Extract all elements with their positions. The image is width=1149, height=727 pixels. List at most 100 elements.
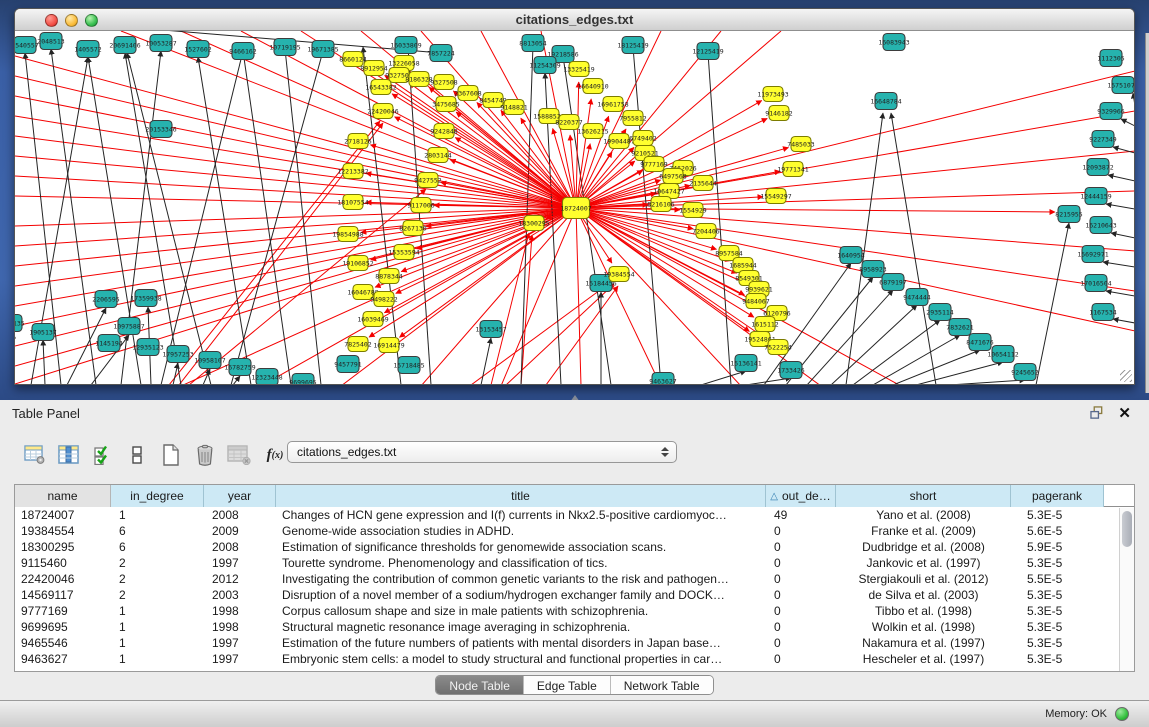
table-row[interactable]: 946362711997Embryonic stem cells: a mode… bbox=[15, 651, 1134, 667]
graph-node-19854988[interactable]: 19854988 bbox=[332, 227, 363, 242]
table-row[interactable]: 946554611997Estimation of the future num… bbox=[15, 635, 1134, 651]
graph-node-1540557[interactable]: 1540557 bbox=[15, 37, 39, 54]
graph-node-7857224[interactable]: 7857224 bbox=[427, 45, 454, 62]
table-vertical-scrollbar[interactable] bbox=[1119, 508, 1134, 671]
graph-node-19671385[interactable]: 19671385 bbox=[307, 41, 338, 58]
graph-node-16033809[interactable]: 16033809 bbox=[390, 37, 421, 54]
graph-node-6749402[interactable]: 6749402 bbox=[629, 131, 656, 146]
graph-node-9474444[interactable]: 9474444 bbox=[903, 289, 930, 306]
graph-node-9327508[interactable]: 9327508 bbox=[430, 75, 457, 90]
graph-node-1733426[interactable]: 1733426 bbox=[777, 362, 804, 379]
graph-node-1112305[interactable]: 1112305 bbox=[1097, 50, 1124, 67]
graph-node-17957253[interactable]: 17957253 bbox=[162, 346, 193, 363]
row-height-button[interactable] bbox=[122, 441, 152, 469]
new-document-button[interactable] bbox=[156, 441, 186, 469]
graph-node-16039469[interactable]: 16039469 bbox=[357, 312, 388, 327]
graph-node-15692971[interactable]: 15692971 bbox=[1077, 246, 1108, 263]
graph-node-9227349[interactable]: 9227349 bbox=[1089, 131, 1116, 148]
graph-node-8267130[interactable]: 8267130 bbox=[399, 221, 426, 236]
graph-node-10958107[interactable]: 10958107 bbox=[194, 352, 225, 369]
graph-node-8215955[interactable]: 8215955 bbox=[1055, 206, 1082, 223]
graph-node-1505135[interactable]: 1505135 bbox=[15, 315, 25, 332]
tab-network-table[interactable]: Network Table bbox=[610, 676, 713, 694]
table-row[interactable]: 1938455462009Genome-wide association stu… bbox=[15, 523, 1134, 539]
graph-node-2718126[interactable]: 2718126 bbox=[344, 134, 371, 149]
graph-node-9242848[interactable]: 9242848 bbox=[430, 124, 457, 139]
tab-edge-table[interactable]: Edge Table bbox=[523, 676, 610, 694]
table-row[interactable]: 911546021997Tourette syndrome. Phenomeno… bbox=[15, 555, 1134, 571]
graph-node-9146182[interactable]: 9146182 bbox=[765, 106, 792, 121]
graph-node-13325419[interactable]: 13325419 bbox=[563, 62, 594, 77]
column-header-short[interactable]: short bbox=[836, 485, 1011, 507]
graph-node-6879197[interactable]: 6879197 bbox=[879, 274, 906, 291]
graph-node-16640910[interactable]: 16640910 bbox=[577, 79, 608, 94]
graph-node-12444159[interactable]: 12444159 bbox=[1080, 188, 1111, 205]
graph-node-8813054[interactable]: 8813054 bbox=[519, 35, 546, 52]
graph-node-9148821[interactable]: 9148821 bbox=[500, 100, 527, 115]
graph-node-12323448[interactable]: 12323448 bbox=[251, 369, 282, 385]
network-canvas[interactable]: 1872400715405572048513140557220691406100… bbox=[15, 31, 1134, 384]
graph-node-9245652[interactable]: 9245652 bbox=[1011, 364, 1038, 381]
graph-node-15136141[interactable]: 15136141 bbox=[730, 355, 761, 372]
graph-node-2803144[interactable]: 2803144 bbox=[424, 148, 451, 163]
graph-node-19106852[interactable]: 19106852 bbox=[342, 256, 373, 271]
graph-node-7955812[interactable]: 7955812 bbox=[619, 111, 646, 126]
graph-node-3475685[interactable]: 3475685 bbox=[432, 97, 459, 112]
graph-node-7832621[interactable]: 7832621 bbox=[946, 319, 973, 336]
graph-node-2048513[interactable]: 2048513 bbox=[37, 33, 64, 50]
graph-node-1554929[interactable]: 1554929 bbox=[679, 203, 706, 218]
graph-node-10719195[interactable]: 10719195 bbox=[269, 39, 300, 56]
graph-node-7204406[interactable]: 7204406 bbox=[692, 224, 719, 239]
graph-node-2135644[interactable]: 2135644 bbox=[689, 176, 716, 191]
graph-node-16083943[interactable]: 16083943 bbox=[878, 34, 909, 51]
graph-node-1405572[interactable]: 1405572 bbox=[74, 41, 101, 58]
graph-node-9463627[interactable]: 9463627 bbox=[649, 373, 676, 385]
column-header-title[interactable]: title bbox=[276, 485, 766, 507]
graph-node-17016504[interactable]: 17016504 bbox=[1080, 275, 1111, 292]
graph-node-9777169[interactable]: 9777169 bbox=[640, 157, 667, 172]
graph-node-2935114[interactable]: 2935114 bbox=[926, 304, 953, 321]
graph-node-8216106[interactable]: 8216106 bbox=[647, 197, 674, 212]
graph-node-20691406[interactable]: 20691406 bbox=[109, 37, 140, 54]
graph-node-8912954[interactable]: 8912954 bbox=[360, 61, 387, 76]
graph-node-11973493[interactable]: 11973493 bbox=[757, 87, 788, 102]
graph-node-9484067[interactable]: 9484067 bbox=[742, 294, 769, 309]
graph-node-17359938[interactable]: 17359938 bbox=[130, 290, 161, 307]
column-header-in-degree[interactable]: in_degree bbox=[111, 485, 204, 507]
float-window-icon[interactable] bbox=[1090, 406, 1105, 420]
graph-node-16961758[interactable]: 16961758 bbox=[597, 97, 628, 112]
graph-node-16210643[interactable]: 16210643 bbox=[1085, 217, 1116, 234]
graph-node-15751074[interactable]: 15751074 bbox=[1107, 77, 1134, 94]
graph-node-18724007[interactable]: 18724007 bbox=[560, 198, 591, 219]
table-select-dropdown[interactable]: citations_edges.txt bbox=[287, 441, 677, 463]
graph-node-9427552[interactable]: 9427552 bbox=[414, 173, 441, 188]
graph-node-16914479[interactable]: 16914479 bbox=[373, 338, 404, 353]
graph-node-16648784[interactable]: 16648784 bbox=[870, 93, 901, 110]
column-header-pagerank[interactable]: pagerank bbox=[1011, 485, 1104, 507]
graph-node-7825402[interactable]: 7825402 bbox=[344, 337, 371, 352]
table-row[interactable]: 1456911722003Disruption of a novel membe… bbox=[15, 587, 1134, 603]
graph-node-6497568[interactable]: 6497568 bbox=[659, 169, 686, 184]
graph-node-12093872[interactable]: 12093872 bbox=[1082, 159, 1113, 176]
select-columns-button[interactable] bbox=[54, 441, 84, 469]
graph-node-8471676[interactable]: 8471676 bbox=[966, 334, 993, 351]
window-resize-grip-icon[interactable] bbox=[1120, 370, 1132, 382]
table-row[interactable]: 977716911998Corpus callosum shape and si… bbox=[15, 603, 1134, 619]
column-header-out-de-[interactable]: △out_de… bbox=[766, 485, 836, 507]
graph-node-15718485[interactable]: 15718485 bbox=[393, 357, 424, 374]
table-settings-button[interactable] bbox=[20, 441, 50, 469]
graph-node-9466162[interactable]: 9466162 bbox=[229, 43, 256, 60]
graph-node-12125419[interactable]: 12125419 bbox=[692, 43, 723, 60]
graph-node-9329966[interactable]: 9329966 bbox=[1097, 103, 1124, 120]
graph-node-10975887[interactable]: 10975887 bbox=[113, 318, 144, 335]
close-panel-icon[interactable]: ✕ bbox=[1118, 404, 1131, 422]
column-header-year[interactable]: year bbox=[204, 485, 276, 507]
table-row[interactable]: 969969511998Structural magnetic resonanc… bbox=[15, 619, 1134, 635]
graph-node-7522254[interactable]: 7522254 bbox=[764, 340, 791, 355]
graph-node-1640954[interactable]: 1640954 bbox=[837, 247, 864, 264]
table-row[interactable]: 1830029562008Estimation of significance … bbox=[15, 539, 1134, 555]
graph-node-1615112[interactable]: 1615112 bbox=[751, 317, 778, 332]
table-row[interactable]: 2242004622012Investigating the contribut… bbox=[15, 571, 1134, 587]
graph-node-13153457[interactable]: 13153457 bbox=[475, 321, 506, 338]
graph-node-2206595[interactable]: 2206595 bbox=[92, 291, 119, 308]
